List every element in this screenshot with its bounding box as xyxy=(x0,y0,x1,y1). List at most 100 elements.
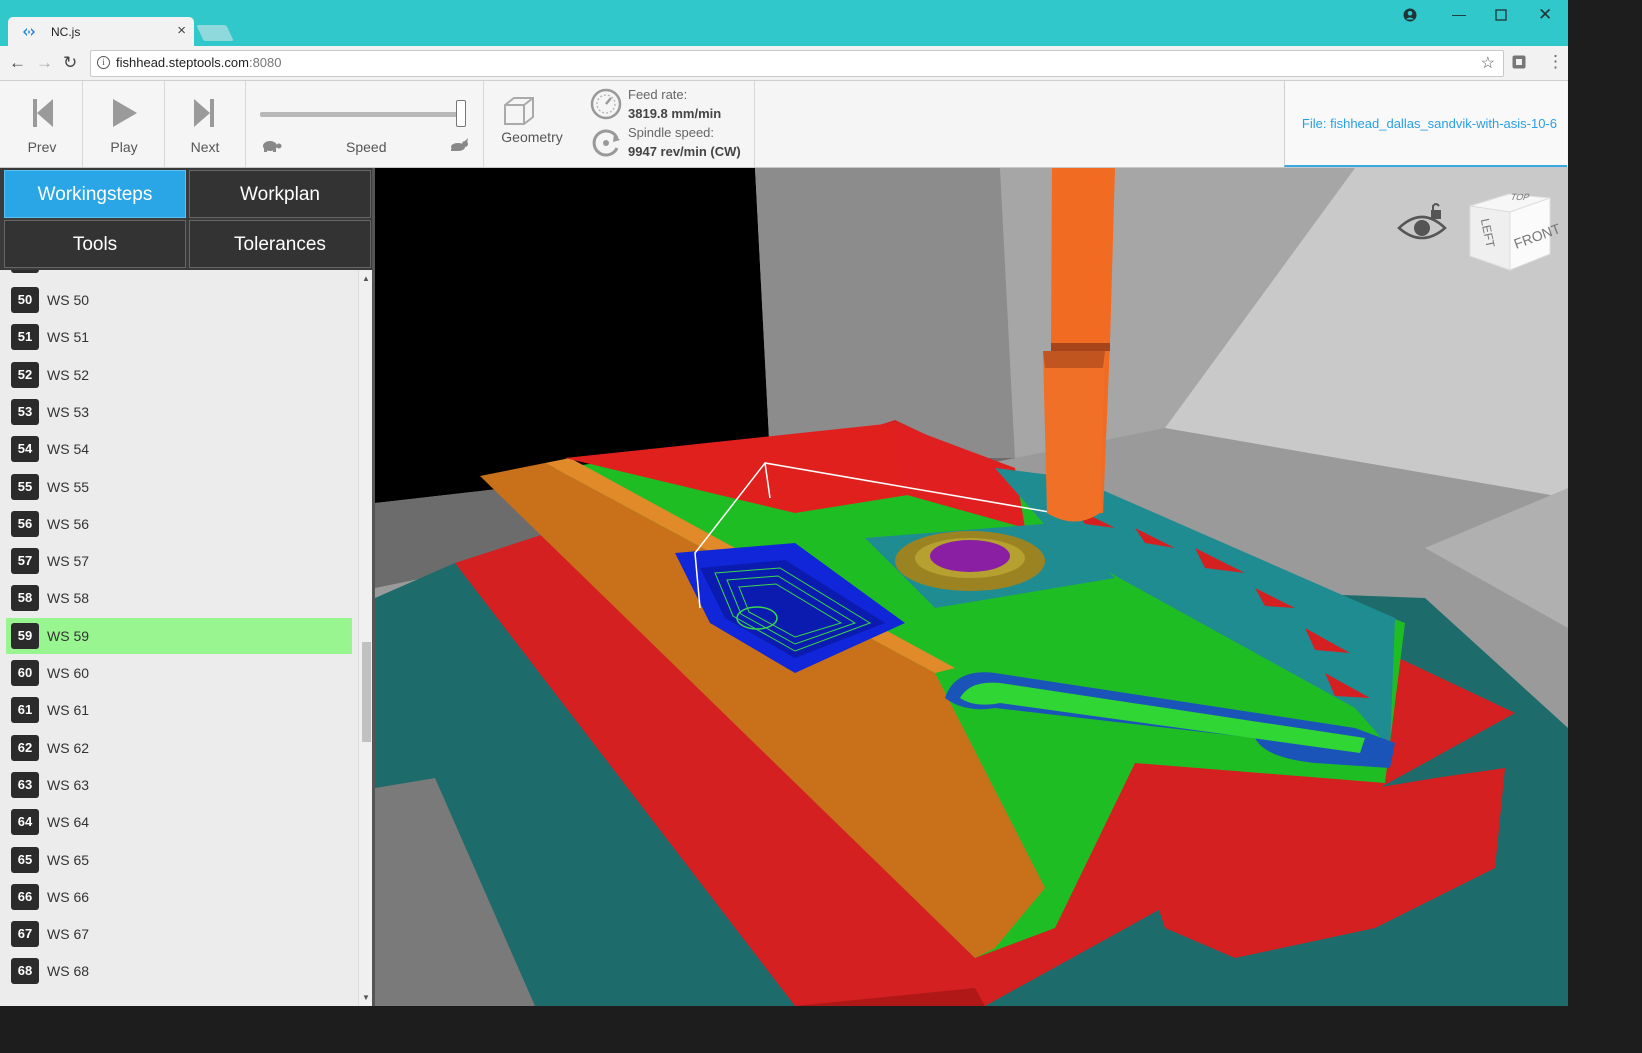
next-button[interactable]: Next xyxy=(165,81,246,167)
prev-button[interactable]: Prev xyxy=(2,81,83,167)
scroll-up-icon[interactable]: ▲ xyxy=(362,274,370,283)
step-name: WS 53 xyxy=(47,403,90,420)
step-number-badge: 59 xyxy=(11,622,39,649)
browser-titlebar: NC.js × — ✕ xyxy=(0,0,1568,46)
list-item[interactable]: 56 WS 56 xyxy=(6,506,352,542)
step-number-badge: 57 xyxy=(11,548,39,575)
list-item[interactable]: 59 WS 59 xyxy=(6,617,352,654)
speed-slider-track[interactable] xyxy=(260,112,466,117)
prev-icon xyxy=(33,99,53,127)
list-item[interactable]: 50 WS 50 xyxy=(6,282,352,318)
close-icon[interactable]: × xyxy=(177,23,186,39)
list-item[interactable] xyxy=(6,270,352,278)
speed-slider-thumb[interactable] xyxy=(455,100,466,127)
view-cube[interactable]: TOP LEFT FRONT xyxy=(1465,182,1565,272)
step-name: WS 60 xyxy=(47,665,90,681)
step-name: WS 58 xyxy=(47,590,90,607)
next-icon xyxy=(194,99,214,127)
list-item[interactable]: 53 WS 53 xyxy=(6,394,352,430)
sidebar-tabs: Workingsteps Workplan Tools Tolerances xyxy=(0,168,374,270)
step-number-badge: 58 xyxy=(11,585,39,612)
step-number-badge: 62 xyxy=(11,734,39,761)
tab-workplan[interactable]: Workplan xyxy=(189,170,371,218)
step-number-badge: 63 xyxy=(11,771,39,798)
step-name: WS 62 xyxy=(47,739,90,756)
step-name: WS 65 xyxy=(47,851,90,868)
feed-gauge-icon xyxy=(590,88,622,120)
spindle-speed-value: 9947 rev/min (CW) xyxy=(628,144,741,159)
step-name: WS 57 xyxy=(47,553,90,570)
geometry-cube-icon xyxy=(504,97,534,125)
list-item[interactable]: 60 WS 60 xyxy=(6,655,352,691)
bookmark-star-icon[interactable]: ☆ xyxy=(1481,53,1495,73)
step-name: WS 63 xyxy=(47,776,90,793)
view-cube-top[interactable]: TOP xyxy=(1509,192,1531,202)
play-label: Play xyxy=(110,139,138,155)
list-item[interactable]: 61 WS 61 xyxy=(6,692,352,728)
step-name: WS 54 xyxy=(47,441,90,458)
step-name: WS 64 xyxy=(47,814,90,831)
forward-icon[interactable]: → xyxy=(36,53,53,73)
3d-viewport[interactable]: TOP LEFT FRONT xyxy=(375,168,1568,1006)
file-tab[interactable]: File: fishhead_dallas_sandvik-with-asis-… xyxy=(1284,81,1567,167)
list-item[interactable]: 64 WS 64 xyxy=(6,804,352,840)
step-number-badge: 54 xyxy=(11,436,39,463)
new-tab-button[interactable] xyxy=(196,25,234,41)
step-number-badge: 55 xyxy=(11,473,39,500)
step-name: WS 52 xyxy=(47,366,90,383)
geometry-button[interactable]: Geometry xyxy=(484,81,580,167)
step-name: WS 68 xyxy=(47,963,90,980)
window-close-icon[interactable]: ✕ xyxy=(1538,5,1552,25)
step-number-badge: 64 xyxy=(11,809,39,836)
eye-lock-icon[interactable] xyxy=(1397,202,1449,248)
spindle-speed-label: Spindle speed: xyxy=(628,125,715,140)
account-icon[interactable] xyxy=(1403,8,1417,25)
step-name: WS 50 xyxy=(47,292,90,308)
list-item[interactable]: 51 WS 51 xyxy=(6,319,352,355)
speed-control: Speed xyxy=(246,81,484,167)
list-item[interactable]: 58 WS 58 xyxy=(6,580,352,616)
tab-tolerances[interactable]: Tolerances xyxy=(189,220,371,268)
list-item[interactable]: 54 WS 54 xyxy=(6,431,352,467)
list-item[interactable]: 52 WS 52 xyxy=(6,357,352,393)
step-number-badge: 60 xyxy=(11,660,39,686)
turtle-icon xyxy=(260,138,282,155)
list-item[interactable]: 67 WS 67 xyxy=(6,916,352,952)
hare-icon xyxy=(448,138,470,155)
next-label: Next xyxy=(190,139,220,155)
step-name: WS 56 xyxy=(47,515,90,532)
menu-icon[interactable]: ⋮ xyxy=(1547,52,1564,72)
extension-icon[interactable] xyxy=(1512,55,1526,73)
scrollbar-thumb[interactable] xyxy=(362,642,371,742)
minimize-icon[interactable]: — xyxy=(1452,6,1466,22)
machining-scene xyxy=(375,168,1568,1006)
browser-tab[interactable]: NC.js × xyxy=(8,17,194,46)
list-item[interactable]: 62 WS 62 xyxy=(6,730,352,766)
step-number-badge: 67 xyxy=(11,921,39,948)
maximize-icon[interactable] xyxy=(1495,8,1507,24)
step-number-badge: 66 xyxy=(11,883,39,910)
step-name: WS 67 xyxy=(47,926,90,943)
tab-workingsteps[interactable]: Workingsteps xyxy=(4,170,186,218)
feed-info: Feed rate: 3819.8 mm/min Spindle speed: … xyxy=(582,81,755,167)
list-item[interactable]: 68 WS 68 xyxy=(6,953,352,989)
tab-tools[interactable]: Tools xyxy=(4,220,186,268)
sidebar: Workingsteps Workplan Tools Tolerances 5… xyxy=(0,168,374,1006)
info-icon[interactable]: i xyxy=(97,56,110,69)
list-item[interactable]: 65 WS 65 xyxy=(6,842,352,878)
url-field[interactable]: i fishhead.steptools.com:8080 ☆ xyxy=(90,50,1504,77)
list-item[interactable]: 63 WS 63 xyxy=(6,767,352,803)
back-icon[interactable]: ← xyxy=(9,53,26,73)
list-item[interactable]: 55 WS 55 xyxy=(6,469,352,505)
list-item[interactable]: 66 WS 66 xyxy=(6,879,352,915)
scroll-down-icon[interactable]: ▼ xyxy=(362,993,370,1002)
step-name: WS 55 xyxy=(47,478,90,495)
speed-label: Speed xyxy=(346,139,387,155)
step-name: WS 61 xyxy=(47,702,90,719)
play-button[interactable]: Play xyxy=(84,81,165,167)
spindle-icon xyxy=(592,129,620,157)
play-icon xyxy=(113,99,137,127)
workingstep-list: 50 WS 50 51 WS 51 52 WS 52 53 WS 53 54 WS 54 55 WS … xyxy=(0,270,358,1006)
reload-icon[interactable]: ↻ xyxy=(63,53,77,73)
list-item[interactable]: 57 WS 57 xyxy=(6,543,352,579)
